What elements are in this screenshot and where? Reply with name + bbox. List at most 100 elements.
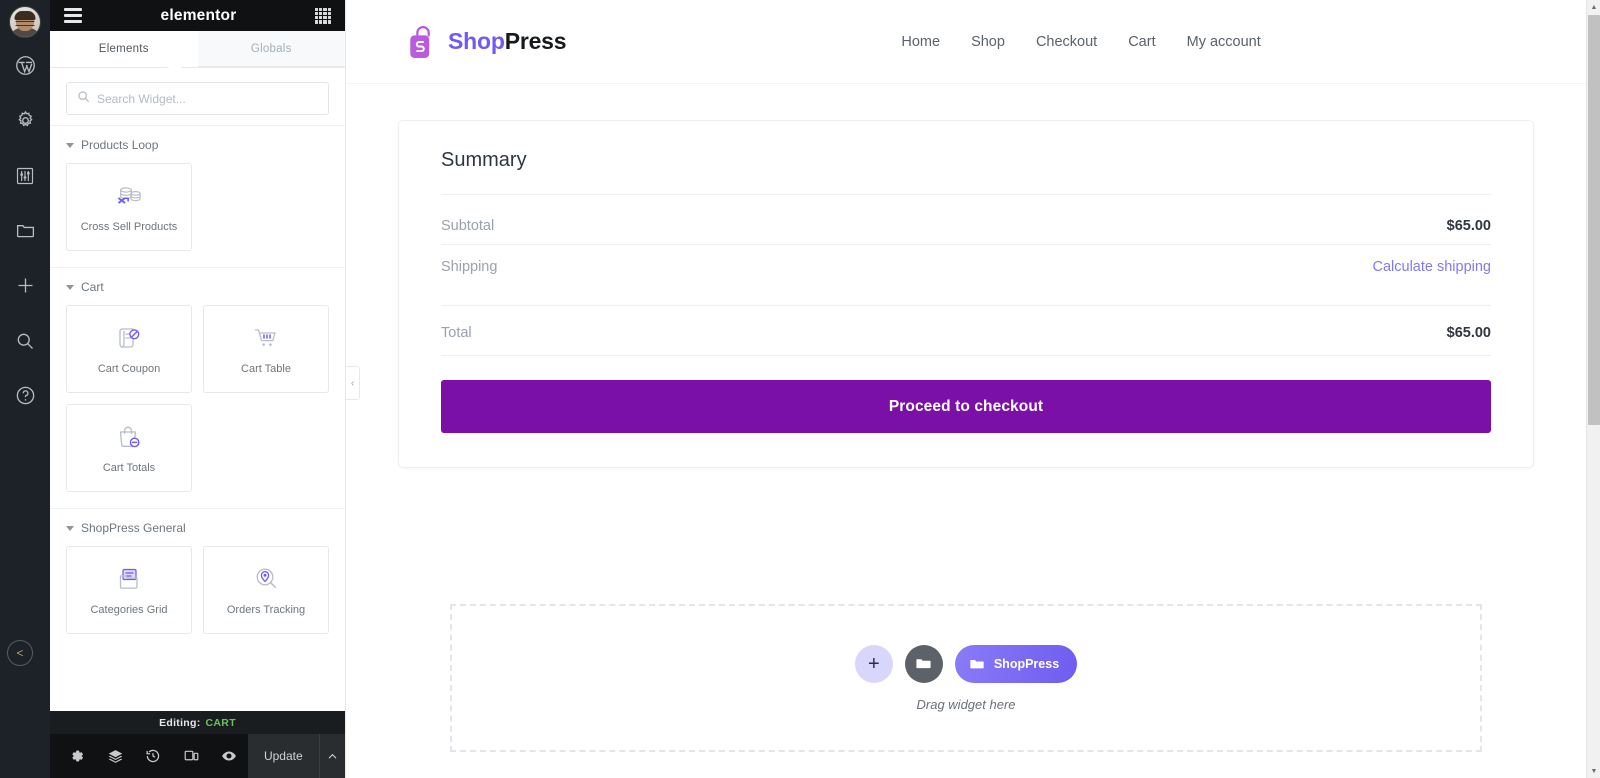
sliders-icon[interactable] [0, 148, 50, 203]
search-icon [77, 90, 90, 108]
plus-icon[interactable] [0, 258, 50, 313]
search-input[interactable] [97, 91, 318, 106]
preview-eye-icon[interactable] [210, 734, 248, 778]
update-button[interactable]: Update [248, 734, 319, 778]
cross-sell-products-icon [113, 180, 145, 212]
grid-dots-icon[interactable] [314, 7, 331, 24]
logo-shop: Shop [448, 28, 505, 54]
panel-footer: Update [50, 734, 345, 778]
widget-category-shoppress-general: ShopPress General Categories Grid Orders… [50, 508, 345, 650]
panel-header: elementor [50, 0, 345, 31]
browser-scrollbar[interactable]: ▲ ▼ [1586, 0, 1600, 778]
category-header-shoppress-general[interactable]: ShopPress General [66, 521, 329, 535]
categories-grid-icon [113, 563, 145, 595]
site-logo-text: ShopPress [448, 28, 567, 55]
widget-cart-table[interactable]: Cart Table [203, 305, 329, 393]
navigator-layers-icon[interactable] [96, 734, 134, 778]
preview-canvas: ShopPress Home Shop Checkout Cart My acc… [346, 0, 1586, 778]
history-icon[interactable] [134, 734, 172, 778]
drop-zone-hint: Drag widget here [916, 696, 1016, 712]
summary-row-shipping: Shipping Calculate shipping [441, 244, 1491, 305]
cart-totals-icon [113, 421, 145, 453]
rail-collapse-button[interactable]: < [7, 640, 33, 666]
chevron-left-icon: ‹ [350, 377, 355, 389]
widget-drop-zone[interactable]: + ShopPress Drag widget here [450, 604, 1482, 752]
chevron-down-icon [66, 525, 74, 531]
gear-icon[interactable] [0, 93, 50, 148]
site-header: ShopPress Home Shop Checkout Cart My acc… [346, 0, 1586, 84]
chevron-down-icon [66, 284, 74, 290]
wordpress-admin-rail: < [0, 0, 50, 778]
search-widget-wrap [50, 68, 345, 125]
elementor-editor-window: < elementor Elements Globals Search Widg… [0, 0, 1600, 778]
avatar[interactable] [9, 6, 41, 38]
summary-row-label: Shipping [441, 259, 498, 275]
widget-cart-totals[interactable]: Cart Totals [66, 404, 192, 492]
page-content: Summary Subtotal $65.00 Shipping Calcula… [346, 84, 1586, 752]
nav-item-my-account[interactable]: My account [1187, 34, 1261, 50]
search-widget-box[interactable] [66, 82, 329, 115]
search-icon[interactable] [0, 313, 50, 368]
panel-body: Products Loop [50, 68, 345, 711]
shoppress-bag-icon [410, 25, 430, 58]
widget-label: Orders Tracking [226, 603, 306, 616]
editing-status-bar: Editing: CART [50, 711, 345, 734]
editing-prefix: Editing: [159, 716, 201, 729]
summary-row-total: Total $65.00 [441, 305, 1491, 355]
nav-item-home[interactable]: Home [901, 34, 940, 50]
settings-gear-icon[interactable] [58, 734, 96, 778]
folder-icon [916, 659, 931, 669]
proceed-to-checkout-button[interactable]: Proceed to checkout [441, 380, 1491, 433]
shoppress-templates-button[interactable]: ShopPress [954, 644, 1078, 683]
widget-cart-coupon[interactable]: Cart Coupon [66, 305, 192, 393]
scrollbar-thumb[interactable] [1588, 15, 1600, 425]
nav-item-checkout[interactable]: Checkout [1036, 34, 1097, 50]
category-title: Cart [81, 280, 104, 294]
widget-categories-grid[interactable]: Categories Grid [66, 546, 192, 634]
panel-collapse-button[interactable]: ‹ [346, 366, 360, 400]
shoppress-button-label: ShopPress [993, 656, 1060, 671]
add-element-button[interactable]: + [854, 644, 893, 683]
category-title: Products Loop [81, 138, 159, 152]
summary-row-subtotal: Subtotal $65.00 [441, 194, 1491, 244]
wordpress-icon[interactable] [0, 38, 50, 93]
hamburger-icon[interactable] [64, 8, 82, 23]
widget-cross-sell-products[interactable]: Cross Sell Products [66, 163, 192, 251]
update-options-caret-icon[interactable] [318, 734, 345, 778]
summary-divider [441, 355, 1491, 356]
summary-row-label: Subtotal [441, 218, 495, 234]
widget-label: Cart Table [241, 362, 291, 375]
logo-press: Press [504, 28, 567, 54]
widget-grid-products-loop: Cross Sell Products [66, 163, 329, 251]
widget-label: Cart Totals [102, 461, 156, 474]
widget-label: Cross Sell Products [80, 220, 178, 233]
calculate-shipping-link[interactable]: Calculate shipping [1373, 259, 1492, 275]
chevron-down-icon [66, 142, 74, 148]
category-header-cart[interactable]: Cart [66, 280, 329, 294]
site-logo[interactable]: ShopPress [408, 25, 567, 59]
widget-orders-tracking[interactable]: Orders Tracking [203, 546, 329, 634]
widget-category-products-loop: Products Loop Cross Sell Products [50, 125, 345, 267]
panel-tabs: Elements Globals [50, 31, 345, 76]
summary-row-label: Total [441, 325, 472, 341]
add-template-button[interactable] [904, 644, 943, 683]
elementor-brand-title: elementor [160, 6, 237, 24]
nav-item-cart[interactable]: Cart [1128, 34, 1155, 50]
plus-icon: + [868, 652, 880, 675]
orders-tracking-icon [250, 563, 282, 595]
scrollbar-up-arrow-icon[interactable]: ▲ [1587, 0, 1600, 14]
cart-totals-summary-card: Summary Subtotal $65.00 Shipping Calcula… [398, 120, 1534, 468]
category-header-products-loop[interactable]: Products Loop [66, 138, 329, 152]
folder-icon[interactable] [0, 203, 50, 258]
nav-item-shop[interactable]: Shop [971, 34, 1005, 50]
widget-category-cart: Cart Cart Coupon Cart Table Cart Totals [50, 267, 345, 508]
elementor-panel: elementor Elements Globals Search Widget… [50, 0, 346, 778]
responsive-icon[interactable] [172, 734, 210, 778]
widget-label: Categories Grid [90, 603, 168, 616]
folder-icon [970, 659, 984, 668]
tab-globals[interactable]: Globals [197, 31, 345, 67]
cart-coupon-icon [113, 322, 145, 354]
summary-row-value: $65.00 [1446, 325, 1491, 341]
scrollbar-down-arrow-icon[interactable]: ▼ [1587, 764, 1600, 778]
help-icon[interactable] [0, 368, 50, 423]
